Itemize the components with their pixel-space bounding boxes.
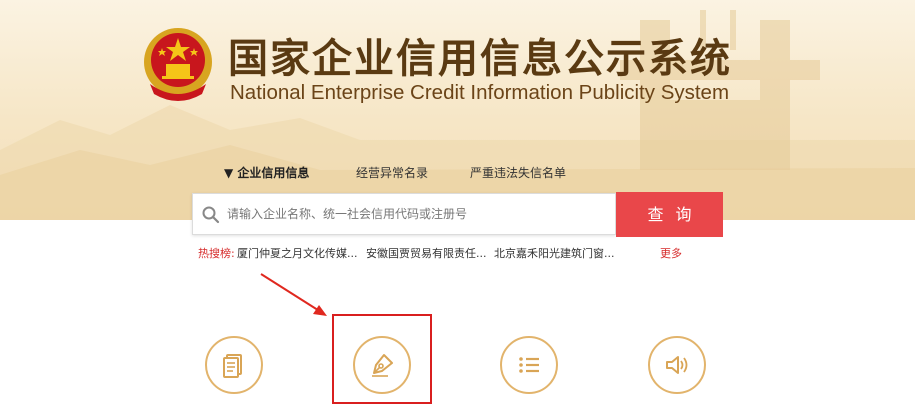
pen-nib-icon (372, 354, 393, 377)
annotation-arrow (260, 273, 327, 316)
hot-search-item[interactable]: 厦门仲夏之月文化传媒... (237, 245, 358, 261)
tab-serious-violation-list[interactable]: 严重违法失信名单 (470, 164, 566, 181)
hero-banner: 国家企业信用信息公示系统 National Enterprise Credit … (0, 0, 915, 220)
search-button[interactable]: 查询 (616, 192, 723, 237)
page-subtitle: National Enterprise Credit Information P… (230, 81, 730, 104)
hot-search-item[interactable]: 安徽国贾贸易有限责任... (366, 245, 487, 261)
document-icon (223, 354, 242, 378)
more-link[interactable]: 更多 (660, 245, 682, 261)
feature-announcement-button[interactable] (648, 336, 706, 394)
feature-list-button[interactable] (500, 336, 558, 394)
tab-abnormal-operation-list[interactable]: 经营异常名录 (356, 164, 428, 181)
feature-document-button[interactable] (205, 336, 263, 394)
search-icon (202, 206, 220, 224)
speaker-icon (666, 356, 688, 374)
list-icon (519, 357, 539, 373)
feature-pen-button[interactable] (353, 336, 411, 394)
hot-search-item[interactable]: 北京嘉禾阳光建筑门窗... (494, 245, 615, 261)
tab-enterprise-credit-info[interactable]: ▼ 企业信用信息 (224, 164, 309, 181)
search-box (192, 193, 616, 235)
hot-search-label: 热搜榜: (198, 247, 235, 260)
search-input[interactable] (227, 194, 607, 234)
national-emblem-icon (144, 28, 212, 101)
page-title: 国家企业信用信息公示系统 (228, 36, 732, 82)
